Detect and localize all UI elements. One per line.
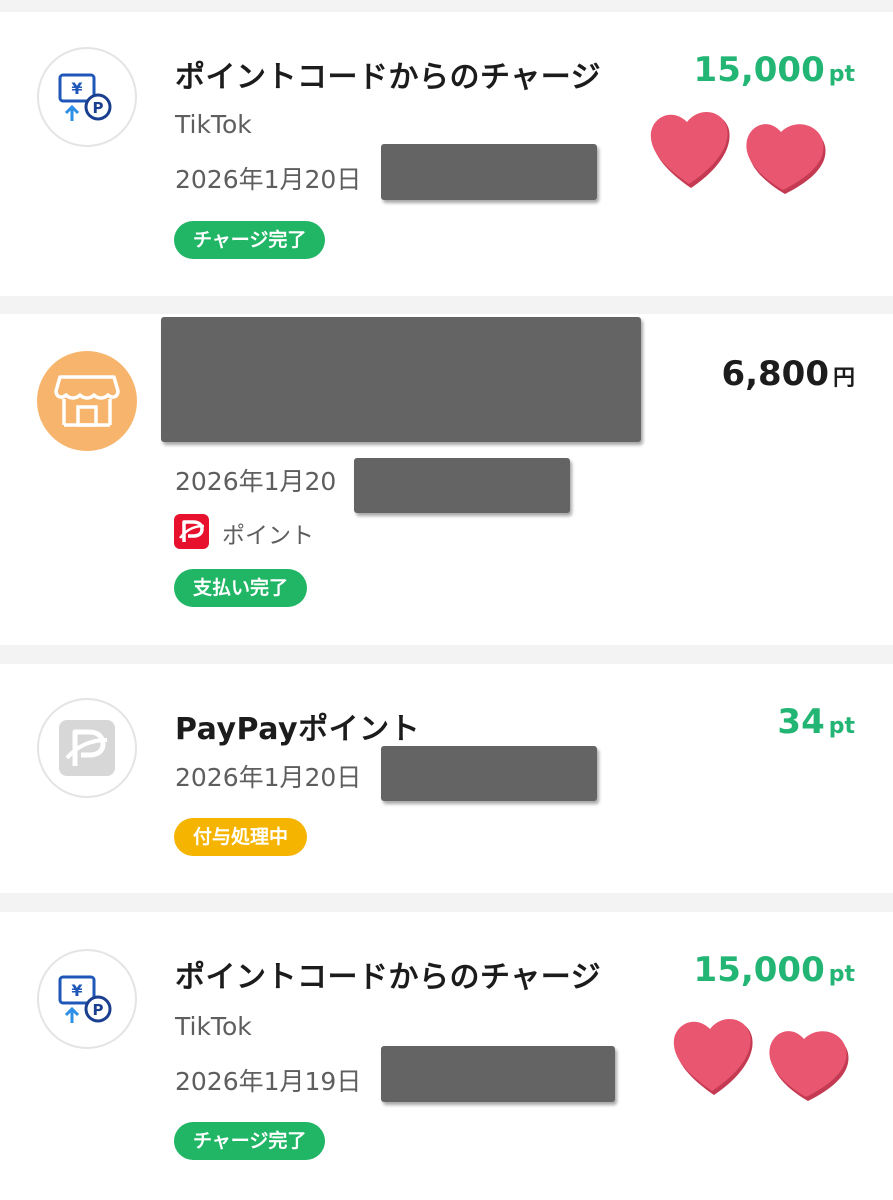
transaction-amount: 34 pt — [777, 702, 855, 742]
store-icon — [37, 351, 137, 451]
transaction-title: ポイントコードからのチャージ — [175, 60, 602, 95]
transaction-amount: 6,800 円 — [721, 354, 855, 394]
transaction-date: 2026年1月20日 — [175, 763, 362, 792]
svg-text:¥: ¥ — [71, 79, 82, 98]
redaction-block — [381, 1046, 615, 1102]
amount-value: 34 — [777, 702, 825, 742]
amount-value: 15,000 — [693, 950, 825, 990]
transaction-item[interactable]: 2026年1月20 ポイント 支払い完了 6,800 円 — [0, 314, 893, 645]
amount-unit: pt — [828, 714, 855, 739]
payment-method: ポイント — [222, 523, 314, 549]
svg-text:P: P — [93, 99, 104, 117]
hearts-sticker — [673, 1018, 849, 1101]
amount-unit: pt — [828, 62, 855, 87]
amount-value: 6,800 — [721, 354, 829, 394]
status-badge: 付与処理中 — [174, 818, 308, 856]
transaction-item[interactable]: ¥ P ポイントコードからのチャージ TikTok 2026年1月20日 チャー… — [0, 12, 893, 296]
paypay-logo-icon — [174, 514, 209, 549]
transaction-date: 2026年1月20 — [175, 467, 337, 496]
point-code-charge-icon: ¥ P — [37, 47, 137, 147]
transaction-history-list: ¥ P ポイントコードからのチャージ TikTok 2026年1月20日 チャー… — [0, 0, 893, 1200]
transaction-item[interactable]: PayPayポイント 2026年1月20日 付与処理中 34 pt — [0, 664, 893, 893]
svg-text:P: P — [93, 1001, 104, 1019]
redaction-block — [381, 144, 597, 200]
status-badge: 支払い完了 — [174, 569, 308, 607]
point-code-charge-icon: ¥ P — [37, 949, 137, 1049]
transaction-merchant: TikTok — [175, 110, 252, 139]
status-badge: チャージ完了 — [174, 221, 326, 259]
amount-unit: pt — [828, 962, 855, 987]
transaction-date: 2026年1月19日 — [175, 1067, 362, 1096]
transaction-date: 2026年1月20日 — [175, 165, 362, 194]
transaction-item[interactable]: ¥ P ポイントコードからのチャージ TikTok 2026年1月19日 チャー… — [0, 912, 893, 1200]
amount-value: 15,000 — [693, 50, 825, 90]
hearts-sticker — [650, 111, 826, 194]
redaction-block — [381, 746, 597, 801]
redaction-block — [161, 317, 641, 442]
paypay-point-icon — [37, 698, 137, 798]
redaction-block — [354, 458, 570, 513]
svg-text:¥: ¥ — [71, 981, 82, 1000]
transaction-title: ポイントコードからのチャージ — [175, 960, 602, 995]
amount-unit: 円 — [832, 366, 855, 391]
transaction-merchant: TikTok — [175, 1012, 252, 1041]
transaction-amount: 15,000 pt — [694, 50, 855, 90]
status-badge: チャージ完了 — [174, 1122, 326, 1160]
transaction-amount: 15,000 pt — [694, 950, 855, 990]
transaction-title: PayPayポイント — [175, 712, 421, 747]
